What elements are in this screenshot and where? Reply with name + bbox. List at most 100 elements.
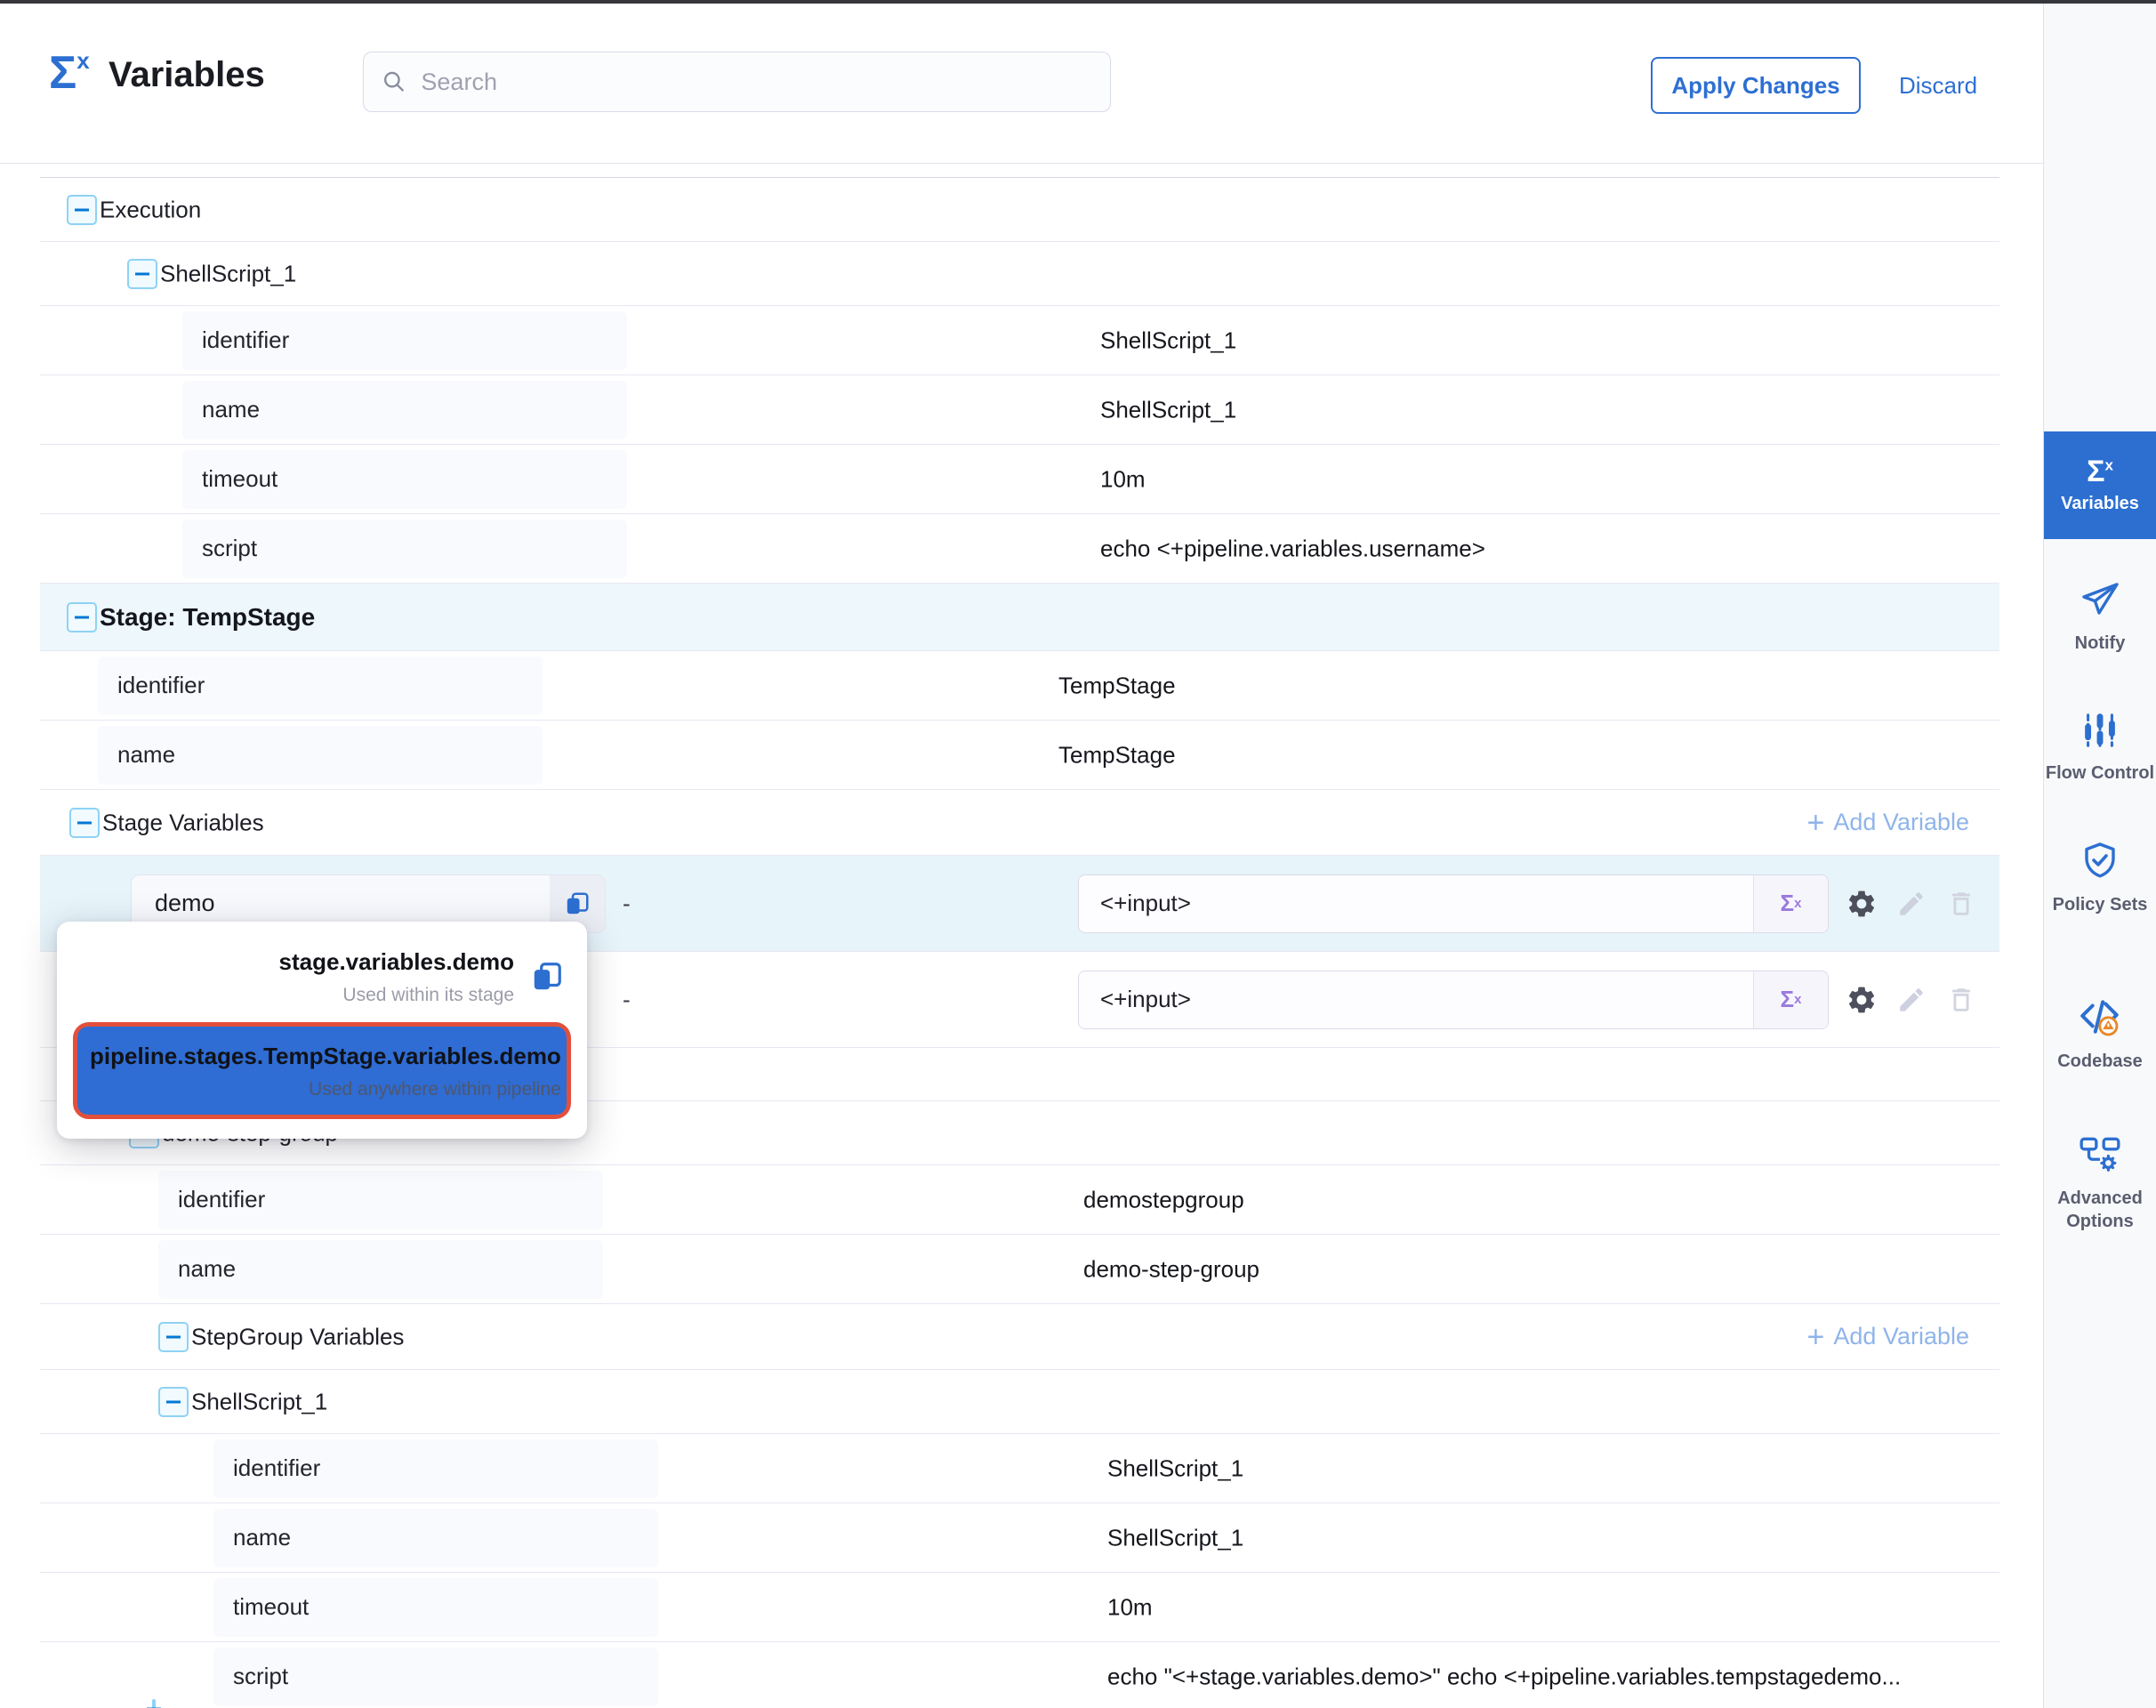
usage-option-stage-scope[interactable]: stage.variables.demo Used within its sta…	[73, 939, 571, 1019]
field-value: demo-step-group	[1083, 1255, 1259, 1283]
variable-description: -	[623, 890, 631, 917]
sidebar-item-codebase[interactable]: Codebase	[2044, 995, 2156, 1073]
collapse-icon[interactable]	[158, 1387, 189, 1417]
kv-row: name ShellScript_1	[40, 1503, 1999, 1573]
usage-scope-hint: Used within its stage	[80, 985, 514, 1006]
usage-option-pipeline-scope[interactable]: pipeline.stages.TempStage.variables.demo…	[77, 1027, 567, 1115]
panel-header: Σx Variables Apply Changes Discard	[0, 4, 2043, 164]
field-key: timeout	[213, 1578, 658, 1637]
kv-row: name ShellScript_1	[40, 375, 1999, 445]
field-key: name	[98, 726, 543, 785]
field-value: demostepgroup	[1083, 1186, 1244, 1213]
section-stage-variables: Stage Variables +Add Variable	[40, 790, 1999, 856]
collapse-icon[interactable]	[127, 259, 157, 289]
collapse-icon-partial[interactable]	[152, 1701, 156, 1708]
variable-settings-button[interactable]	[1844, 982, 1879, 1018]
sidebar-item-flow-control[interactable]: Flow Control	[2044, 710, 2156, 785]
variable-usage-popover: stage.variables.demo Used within its sta…	[57, 922, 587, 1139]
sliders-icon	[2080, 710, 2120, 751]
page-title: Variables	[109, 55, 265, 95]
plus-icon: +	[1807, 1322, 1825, 1352]
right-nav-sidebar: Σx Variables Notify Flow Control Policy …	[2043, 4, 2156, 1708]
section-label: Stage Variables	[102, 809, 264, 836]
tree-node-stage-tempstage: Stage: TempStage	[40, 584, 1999, 651]
field-value: ShellScript_1	[1107, 1524, 1243, 1551]
copy-icon	[564, 890, 591, 917]
gear-icon	[1846, 888, 1878, 920]
gear-icon	[1846, 984, 1878, 1016]
kv-row: identifier ShellScript_1	[40, 1434, 1999, 1503]
field-key: identifier	[182, 311, 627, 370]
tree-node-execution: Execution	[40, 178, 1999, 242]
add-variable-button[interactable]: +Add Variable	[1807, 1322, 1969, 1352]
discard-button[interactable]: Discard	[1899, 57, 1977, 114]
collapse-icon[interactable]	[158, 1322, 189, 1352]
variable-delete-button[interactable]	[1943, 886, 1979, 922]
variable-value-input[interactable]: <+input> Σx	[1078, 874, 1829, 933]
field-value: ShellScript_1	[1107, 1454, 1243, 1482]
trash-icon	[1946, 889, 1976, 919]
field-key: name	[182, 381, 627, 439]
field-value: 10m	[1107, 1593, 1153, 1621]
kv-row: script echo "<+stage.variables.demo>" ec…	[40, 1642, 1999, 1708]
section-label: StepGroup Variables	[191, 1323, 404, 1350]
field-key: name	[213, 1509, 658, 1567]
selected-option-highlight-ring: pipeline.stages.TempStage.variables.demo…	[73, 1022, 571, 1119]
field-key: name	[158, 1240, 603, 1299]
node-label: ShellScript_1	[191, 1388, 327, 1415]
field-key: identifier	[98, 657, 543, 715]
expression-sigma-badge[interactable]: Σx	[1753, 875, 1828, 932]
variable-description: -	[623, 986, 631, 1013]
pencil-icon	[1896, 985, 1927, 1015]
variable-edit-button[interactable]	[1894, 886, 1929, 922]
variable-delete-button[interactable]	[1943, 982, 1979, 1018]
node-label: Execution	[100, 196, 201, 223]
kv-row: identifier TempStage	[40, 651, 1999, 721]
kv-row: identifier ShellScript_1	[40, 306, 1999, 375]
usage-expression: pipeline.stages.TempStage.variables.demo	[90, 1041, 561, 1072]
kv-row: timeout 10m	[40, 1573, 1999, 1642]
field-value: ShellScript_1	[1100, 326, 1236, 354]
collapse-icon[interactable]	[67, 602, 97, 632]
field-key: script	[182, 520, 627, 578]
apply-changes-button[interactable]: Apply Changes	[1651, 57, 1861, 114]
collapse-icon[interactable]	[69, 808, 100, 838]
expression-sigma-badge[interactable]: Σx	[1753, 971, 1828, 1028]
sidebar-item-policy-sets[interactable]: Policy Sets	[2044, 840, 2156, 916]
advanced-options-icon	[2078, 1132, 2122, 1176]
variable-value-input[interactable]: <+input> Σx	[1078, 971, 1829, 1029]
collapse-icon[interactable]	[67, 195, 97, 225]
search-icon	[382, 68, 406, 95]
sidebar-item-notify[interactable]: Notify	[2044, 578, 2156, 655]
field-value: echo <+pipeline.variables.username>	[1100, 535, 1485, 562]
field-value: ShellScript_1	[1100, 396, 1236, 423]
node-label: ShellScript_1	[160, 260, 296, 287]
kv-row: name demo-step-group	[40, 1235, 1999, 1304]
tree-node-shellscript1: ShellScript_1	[40, 242, 1999, 306]
trash-icon	[1946, 985, 1976, 1015]
variable-value: <+input>	[1079, 971, 1753, 1028]
shield-check-icon	[2079, 840, 2121, 882]
stage-header-label: Stage: TempStage	[100, 603, 315, 632]
paper-plane-icon	[2079, 578, 2121, 621]
search-input[interactable]	[419, 68, 1092, 97]
tree-node-shellscript1-bottom: ShellScript_1	[40, 1370, 1999, 1434]
usage-scope-hint: Used anywhere within pipeline	[90, 1079, 561, 1100]
variables-sigma-logo-icon: Σx	[49, 50, 90, 96]
kv-row: script echo <+pipeline.variables.usernam…	[40, 514, 1999, 584]
variables-panel-screen: Σx Variables Apply Changes Discard Execu…	[0, 0, 2156, 1708]
add-variable-button[interactable]: +Add Variable	[1807, 808, 1969, 838]
variable-settings-button[interactable]	[1844, 886, 1879, 922]
search-box[interactable]	[363, 52, 1111, 112]
field-key: identifier	[213, 1439, 658, 1498]
pencil-icon	[1896, 889, 1927, 919]
kv-row: name TempStage	[40, 721, 1999, 790]
field-value: 10m	[1100, 465, 1146, 493]
sidebar-item-advanced-options[interactable]: Advanced Options	[2044, 1132, 2156, 1233]
sidebar-item-variables[interactable]: Σx Variables	[2044, 431, 2156, 539]
copy-icon[interactable]	[530, 960, 564, 994]
field-value: TempStage	[1058, 741, 1176, 769]
codebase-warning-icon	[2078, 995, 2122, 1039]
variables-sigma-icon: Σx	[2087, 456, 2113, 487]
variable-edit-button[interactable]	[1894, 982, 1929, 1018]
